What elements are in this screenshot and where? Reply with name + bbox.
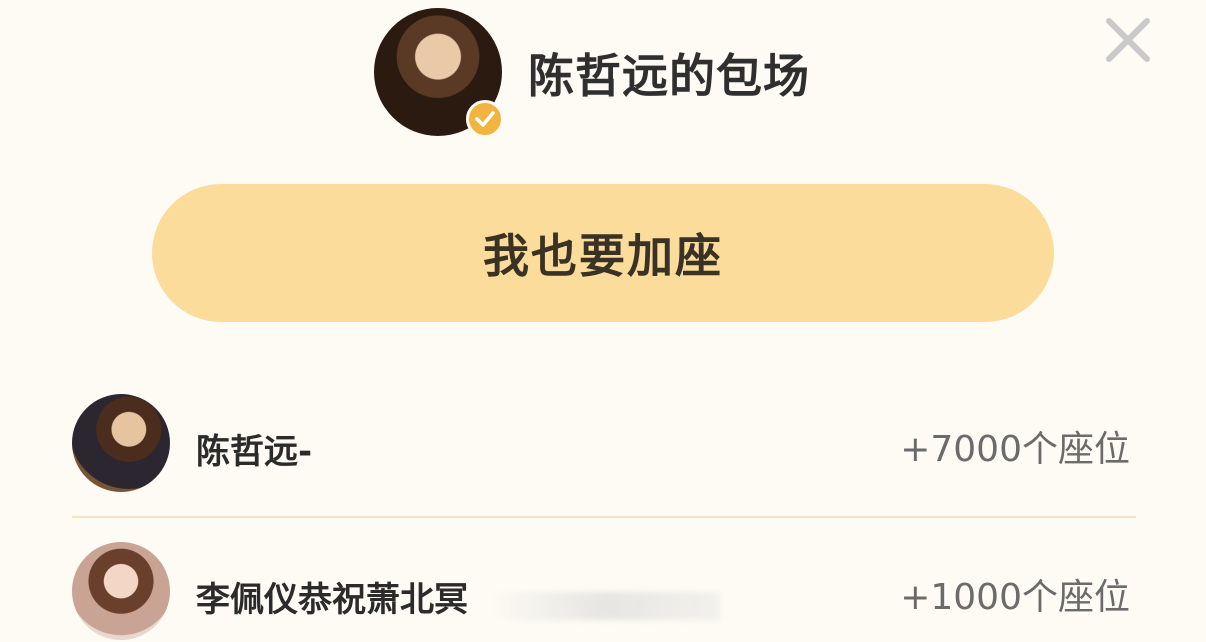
booking-panel: 陈哲远的包场 我也要加座 陈哲远- +7000个座位 李佩仪恭祝萧北冥 +100… xyxy=(0,0,1206,640)
supporter-list-item[interactable]: 陈哲远- +7000个座位 xyxy=(72,394,1136,494)
avatar xyxy=(72,394,170,492)
watermark xyxy=(490,592,720,620)
page-title: 陈哲远的包场 xyxy=(528,49,810,103)
supporter-name: 陈哲远- xyxy=(196,432,313,472)
verified-check-icon xyxy=(466,100,504,138)
supporter-name: 李佩仪恭祝萧北冥 xyxy=(196,580,468,620)
host-avatar[interactable] xyxy=(374,8,504,138)
close-button[interactable] xyxy=(1100,12,1156,68)
seat-count: +7000个座位 xyxy=(900,429,1130,470)
avatar xyxy=(72,542,170,640)
seat-count: +1000个座位 xyxy=(900,577,1130,618)
close-icon xyxy=(1106,18,1150,62)
divider xyxy=(72,516,1136,518)
join-seat-button[interactable]: 我也要加座 xyxy=(152,184,1054,322)
